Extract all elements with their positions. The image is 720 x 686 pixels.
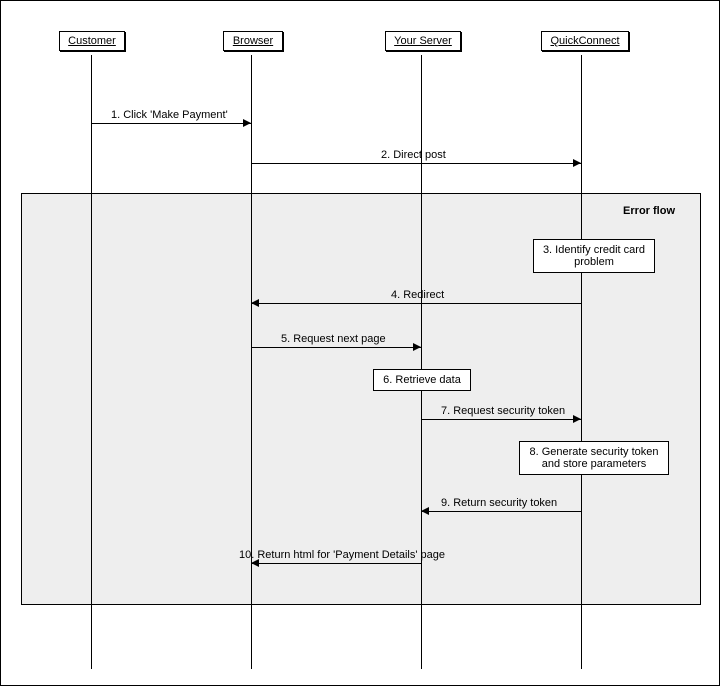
message-7-arrow [573, 415, 581, 423]
message-7-line [421, 419, 581, 420]
sequence-diagram: Error flow Customer Browser Your Server … [0, 0, 720, 686]
note-6-label: 6. Retrieve data [383, 374, 461, 386]
message-1-arrow [243, 119, 251, 127]
lifeline-customer [91, 55, 92, 669]
message-5-label: 5. Request next page [281, 333, 386, 345]
message-10-arrow [251, 559, 259, 567]
message-4-label: 4. Redirect [391, 289, 444, 301]
message-2-arrow [573, 159, 581, 167]
actor-quickconnect-label: QuickConnect [550, 35, 619, 47]
note-8: 8. Generate security token and store par… [519, 441, 669, 475]
note-6: 6. Retrieve data [373, 369, 471, 391]
actor-browser-label: Browser [233, 35, 273, 47]
lifeline-browser [251, 55, 252, 669]
message-5-line [251, 347, 421, 348]
lifeline-server [421, 55, 422, 669]
message-9-arrow [421, 507, 429, 515]
message-10-label: 10. Return html for 'Payment Details' pa… [239, 549, 445, 561]
actor-browser: Browser [223, 31, 283, 51]
message-9-label: 9. Return security token [441, 497, 557, 509]
actor-customer: Customer [59, 31, 125, 51]
message-4-line [251, 303, 581, 304]
message-5-arrow [413, 343, 421, 351]
message-1-label: 1. Click 'Make Payment' [111, 109, 228, 121]
note-8-label: 8. Generate security token and store par… [529, 446, 658, 470]
actor-customer-label: Customer [68, 35, 116, 47]
lifeline-quickconnect [581, 55, 582, 669]
actor-server: Your Server [385, 31, 461, 51]
message-9-line [421, 511, 581, 512]
actor-server-label: Your Server [394, 35, 452, 47]
actor-quickconnect: QuickConnect [541, 31, 629, 51]
message-2-label: 2. Direct post [381, 149, 446, 161]
message-7-label: 7. Request security token [441, 405, 565, 417]
note-3: 3. Identify credit card problem [533, 239, 655, 273]
message-10-line [251, 563, 421, 564]
message-1-line [91, 123, 251, 124]
note-3-label: 3. Identify credit card problem [543, 244, 645, 268]
error-flow-label: Error flow [623, 205, 675, 217]
message-4-arrow [251, 299, 259, 307]
message-2-line [251, 163, 581, 164]
